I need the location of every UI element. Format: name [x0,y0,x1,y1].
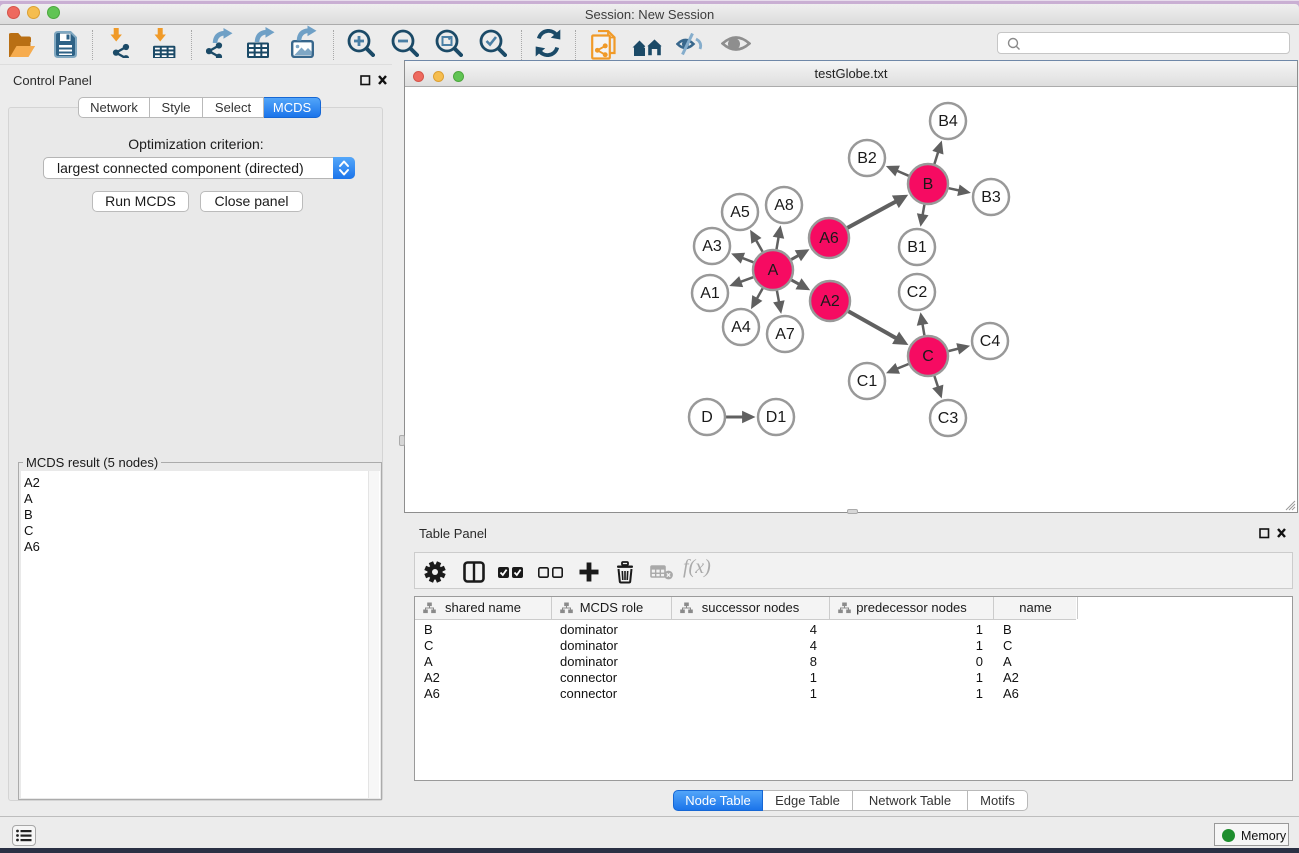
svg-text:A6: A6 [819,230,839,247]
svg-text:A7: A7 [775,326,795,343]
svg-text:A8: A8 [774,197,794,214]
svg-text:C4: C4 [980,333,1001,350]
svg-text:B: B [923,176,934,193]
svg-text:B3: B3 [981,189,1001,206]
svg-text:C3: C3 [938,410,959,427]
svg-text:A2: A2 [820,293,840,310]
svg-text:C1: C1 [857,373,878,390]
svg-text:B2: B2 [857,150,877,167]
svg-text:B1: B1 [907,239,927,256]
svg-text:A: A [768,262,779,279]
svg-text:C2: C2 [907,284,928,301]
svg-text:C: C [922,348,934,365]
svg-text:B4: B4 [938,113,958,130]
svg-text:A1: A1 [700,285,720,302]
svg-text:D: D [701,409,713,426]
svg-text:A5: A5 [730,204,750,221]
svg-text:A3: A3 [702,238,722,255]
svg-text:A4: A4 [731,319,751,336]
svg-text:D1: D1 [766,409,787,426]
